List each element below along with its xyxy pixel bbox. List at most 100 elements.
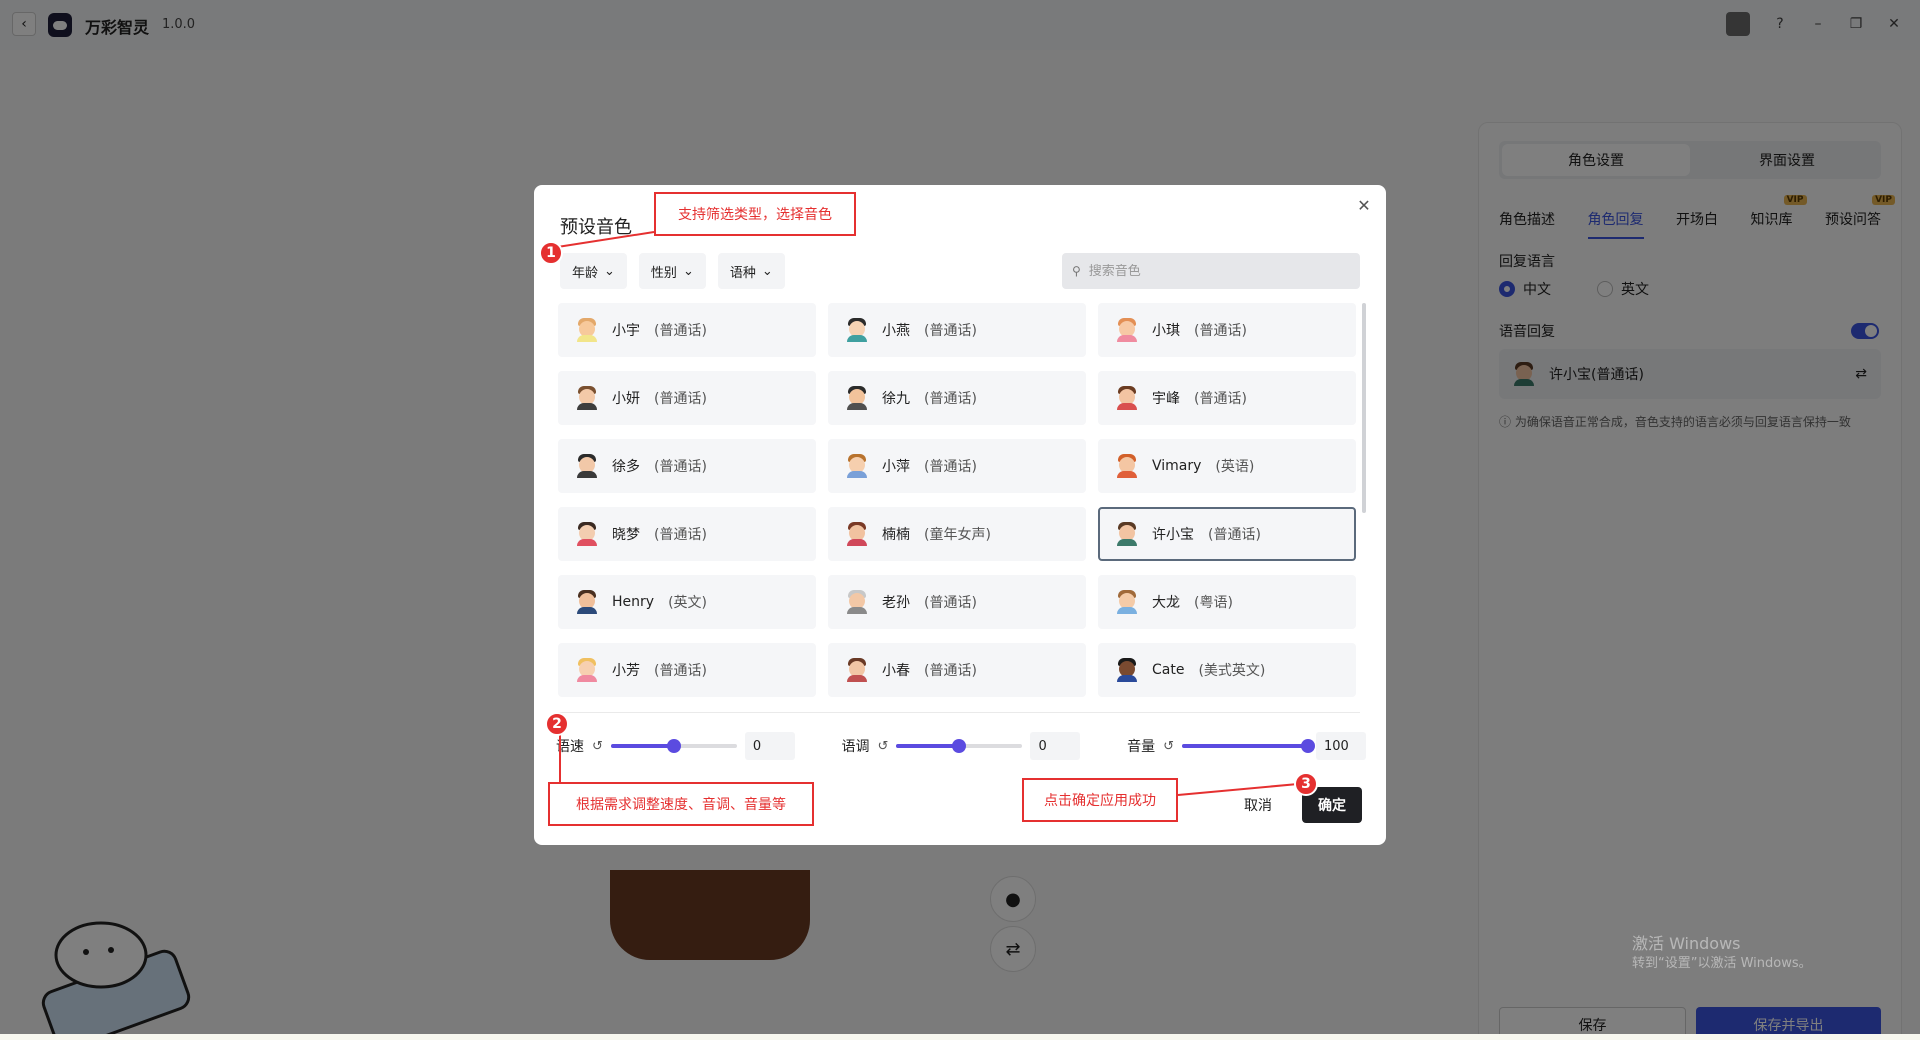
voice-card[interactable]: 许小宝 (普通话) bbox=[1098, 507, 1356, 561]
annotation-number-3: 3 bbox=[1294, 772, 1318, 796]
voice-avatar-icon bbox=[1116, 590, 1138, 614]
voice-language-tag: (普通话) bbox=[654, 323, 707, 339]
voice-adjustments: 语速 ↺ 0 语调 ↺ 0 音量 ↺ 100 bbox=[556, 732, 1366, 760]
voice-card[interactable]: 宇峰 (普通话) bbox=[1098, 371, 1356, 425]
chevron-down-icon: ⌄ bbox=[604, 263, 615, 279]
voice-card[interactable]: Vimary (英语) bbox=[1098, 439, 1356, 493]
voice-name: 宇峰 bbox=[1152, 391, 1180, 407]
reset-icon[interactable]: ↺ bbox=[878, 739, 889, 754]
annotation-callout-1: 支持筛选类型，选择音色 bbox=[654, 192, 856, 236]
filter-gender[interactable]: 性别 ⌄ bbox=[638, 253, 706, 289]
voice-language-tag: (普通话) bbox=[924, 391, 977, 407]
voice-avatar-icon bbox=[1116, 658, 1138, 682]
voice-card[interactable]: 徐多 (普通话) bbox=[558, 439, 816, 493]
voice-name: 大龙 bbox=[1152, 595, 1180, 611]
voice-card[interactable]: 小萍 (普通话) bbox=[828, 439, 1086, 493]
voice-card[interactable]: 小春 (普通话) bbox=[828, 643, 1086, 697]
voice-avatar-icon bbox=[576, 522, 598, 546]
slider-knob[interactable] bbox=[1301, 739, 1315, 753]
divider bbox=[558, 712, 1360, 713]
search-input[interactable] bbox=[1088, 263, 1329, 279]
annotation-number-2: 2 bbox=[545, 712, 569, 736]
voice-card[interactable]: Cate (美式英文) bbox=[1098, 643, 1356, 697]
scrollbar[interactable] bbox=[1362, 303, 1366, 513]
filter-age[interactable]: 年龄 ⌄ bbox=[560, 253, 627, 289]
voice-name: 小春 bbox=[882, 663, 910, 679]
voice-avatar-icon bbox=[846, 454, 868, 478]
chevron-down-icon: ⌄ bbox=[682, 263, 694, 279]
voice-language-tag: (普通话) bbox=[1194, 323, 1247, 339]
voice-name: 小宇 bbox=[612, 323, 640, 339]
filter-language[interactable]: 语种 ⌄ bbox=[717, 253, 785, 289]
filter-bar: 年龄 ⌄ 性别 ⌄ 语种 ⌄ bbox=[560, 253, 785, 289]
voice-name: 小萍 bbox=[882, 459, 910, 475]
voice-language-tag: (英语) bbox=[1215, 459, 1255, 475]
voice-language-tag: (普通话) bbox=[1194, 391, 1247, 407]
search-box: ⚲ bbox=[1062, 253, 1360, 289]
voice-language-tag: (英文) bbox=[668, 595, 707, 611]
voice-language-tag: (普通话) bbox=[1208, 527, 1261, 543]
voice-grid: 小宇 (普通话) 小燕 (普通话) 小琪 (普通话) 小妍 (普通话) 徐九 (普通话) 宇峰 (普通… bbox=[558, 303, 1358, 697]
voice-name: Vimary bbox=[1152, 458, 1202, 474]
voice-name: 许小宝 bbox=[1152, 527, 1194, 543]
reset-icon[interactable]: ↺ bbox=[592, 739, 603, 754]
voice-name: 小妍 bbox=[612, 391, 640, 407]
close-icon[interactable]: ✕ bbox=[1354, 195, 1374, 215]
voice-language-tag: (普通话) bbox=[654, 459, 707, 475]
voice-card[interactable]: 小芳 (普通话) bbox=[558, 643, 816, 697]
voice-avatar-icon bbox=[576, 658, 598, 682]
voice-name: 小琪 bbox=[1152, 323, 1180, 339]
chevron-down-icon: ⌄ bbox=[761, 263, 773, 279]
speed-value[interactable]: 0 bbox=[744, 732, 795, 760]
voice-language-tag: (普通话) bbox=[924, 323, 977, 339]
voice-avatar-icon bbox=[576, 318, 598, 342]
voice-name: 晓梦 bbox=[612, 527, 640, 543]
voice-name: 徐多 bbox=[612, 459, 640, 475]
activation-watermark: 激活 Windows 转到“设置”以激活 Windows。 bbox=[1632, 934, 1812, 971]
voice-card[interactable]: 晓梦 (普通话) bbox=[558, 507, 816, 561]
voice-card[interactable]: Henry (英文) bbox=[558, 575, 816, 629]
speed-slider[interactable] bbox=[610, 739, 737, 753]
voice-avatar-icon bbox=[846, 318, 868, 342]
slider-knob[interactable] bbox=[666, 739, 681, 753]
voice-language-tag: (美式英文) bbox=[1198, 663, 1266, 679]
voice-card[interactable]: 老孙 (普通话) bbox=[828, 575, 1086, 629]
voice-name: 小芳 bbox=[612, 663, 640, 679]
volume-slider[interactable] bbox=[1182, 739, 1315, 753]
voice-card[interactable]: 小妍 (普通话) bbox=[558, 371, 816, 425]
voice-language-tag: (普通话) bbox=[924, 459, 977, 475]
reset-icon[interactable]: ↺ bbox=[1163, 739, 1174, 754]
slider-knob[interactable] bbox=[952, 739, 967, 753]
voice-card[interactable]: 小宇 (普通话) bbox=[558, 303, 816, 357]
voice-name: 小燕 bbox=[882, 323, 910, 339]
voice-avatar-icon bbox=[846, 386, 868, 410]
voice-card[interactable]: 徐九 (普通话) bbox=[828, 371, 1086, 425]
voice-language-tag: (普通话) bbox=[924, 663, 977, 679]
voice-language-tag: (童年女声) bbox=[924, 527, 991, 543]
search-icon: ⚲ bbox=[1072, 264, 1081, 278]
dialog-title: 预设音色 bbox=[560, 217, 632, 238]
voice-card[interactable]: 楠楠 (童年女声) bbox=[828, 507, 1086, 561]
voice-language-tag: (普通话) bbox=[654, 527, 707, 543]
voice-avatar-icon bbox=[1116, 318, 1138, 342]
voice-avatar-icon bbox=[846, 658, 868, 682]
voice-card[interactable]: 大龙 (粤语) bbox=[1098, 575, 1356, 629]
voice-card[interactable]: 小琪 (普通话) bbox=[1098, 303, 1356, 357]
pitch-label: 语调 bbox=[841, 739, 870, 755]
pitch-control: 语调 ↺ 0 bbox=[842, 732, 1081, 760]
voice-avatar-icon bbox=[576, 386, 598, 410]
pitch-slider[interactable] bbox=[896, 739, 1023, 753]
voice-card[interactable]: 小燕 (普通话) bbox=[828, 303, 1086, 357]
voice-name: 老孙 bbox=[882, 595, 910, 611]
cancel-button[interactable]: 取消 bbox=[1228, 787, 1288, 823]
voice-avatar-icon bbox=[1116, 386, 1138, 410]
pitch-value[interactable]: 0 bbox=[1030, 732, 1081, 760]
volume-label: 音量 bbox=[1127, 739, 1156, 755]
voice-avatar-icon bbox=[576, 454, 598, 478]
volume-control: 音量 ↺ 100 bbox=[1127, 732, 1366, 760]
volume-value[interactable]: 100 bbox=[1316, 732, 1366, 760]
preset-voice-dialog: 预设音色 ✕ 年龄⌄ 性别⌄ 语种⌄ ⚲ 小宇 (普通话) 小燕 (普通话) 小琪 (普通… bbox=[534, 185, 1386, 845]
voice-language-tag: (普通话) bbox=[654, 391, 707, 407]
bottom-strip bbox=[0, 1034, 1920, 1040]
speed-control: 语速 ↺ 0 bbox=[556, 732, 795, 760]
